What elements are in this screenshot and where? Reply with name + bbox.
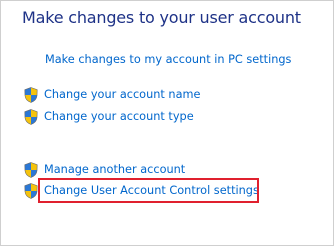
change-account-name-row[interactable]: Change your account name — [24, 87, 200, 103]
manage-another-account-row[interactable]: Manage another account — [24, 162, 185, 178]
user-accounts-panel: Make changes to your user account Make c… — [0, 0, 334, 246]
pc-settings-link[interactable]: Make changes to my account in PC setting… — [45, 53, 291, 67]
change-account-type-link[interactable]: Change your account type — [44, 110, 194, 124]
uac-shield-icon — [24, 109, 38, 125]
change-account-type-row[interactable]: Change your account type — [24, 109, 194, 125]
uac-shield-icon — [24, 162, 38, 178]
uac-shield-icon — [24, 183, 38, 199]
manage-another-account-link[interactable]: Manage another account — [44, 163, 185, 177]
page-title: Make changes to your user account — [22, 8, 301, 27]
change-account-name-link[interactable]: Change your account name — [44, 88, 200, 102]
uac-shield-icon — [24, 87, 38, 103]
highlight-box — [38, 178, 259, 203]
